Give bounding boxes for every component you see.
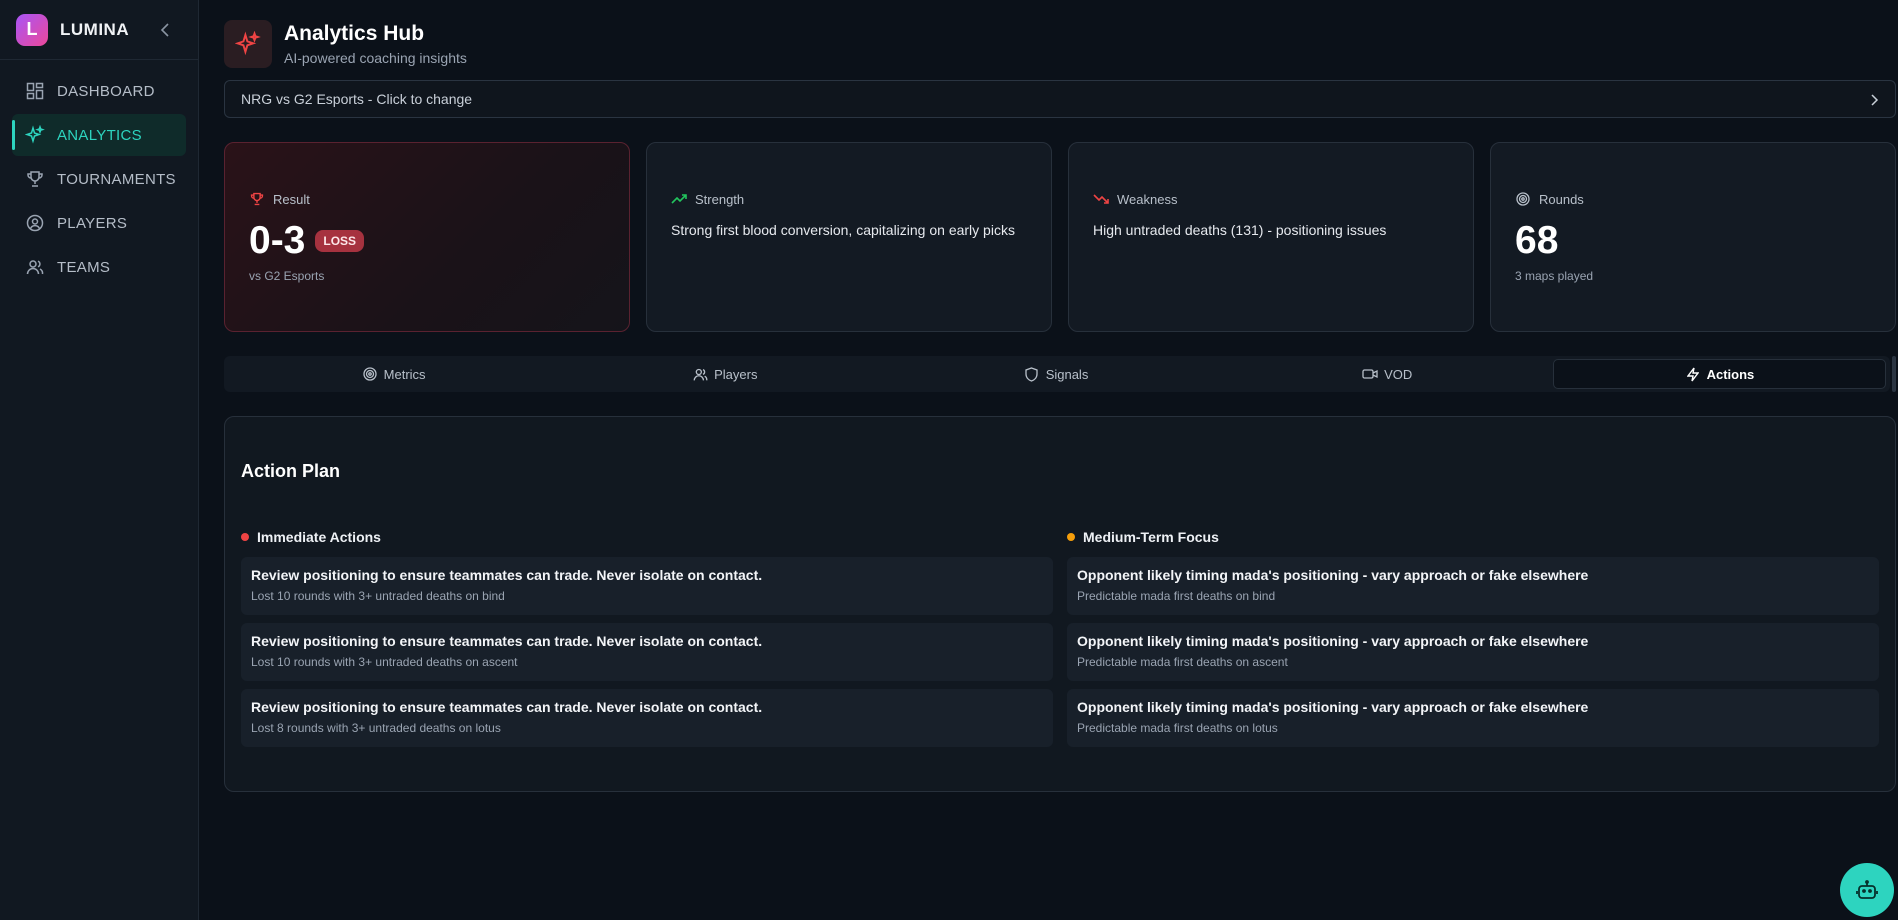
immediate-actions-heading: Immediate Actions [257, 529, 381, 545]
analytics-tabs: Metrics Players Signals VOD Actions [224, 356, 1896, 392]
video-icon [1362, 366, 1378, 382]
trending-down-icon [1093, 191, 1109, 207]
item-subtitle: Predictable mada first deaths on bind [1077, 589, 1276, 603]
item-subtitle: Lost 8 rounds with 3+ untraded deaths on… [251, 721, 501, 735]
collapse-sidebar-button[interactable] [158, 22, 172, 37]
item-subtitle: Predictable mada first deaths on ascent [1077, 655, 1288, 669]
users-icon [692, 366, 708, 382]
match-selector[interactable]: NRG vs G2 Esports - Click to change [224, 80, 1896, 118]
item-title: Review positioning to ensure teammates c… [251, 699, 763, 715]
list-item: Opponent likely timing mada's positionin… [1067, 557, 1879, 615]
result-card: Result 0-3 LOSS vs G2 Esports [224, 142, 630, 332]
list-item: Review positioning to ensure teammates c… [241, 689, 1053, 747]
tab-signals[interactable]: Signals [890, 359, 1221, 389]
item-title: Opponent likely timing mada's positionin… [1077, 699, 1589, 715]
bot-icon [1856, 880, 1878, 899]
sidebar: L LUMINA DASHBOARD ANALYTICS TOURNAMENTS [0, 0, 199, 920]
strength-card: Strength Strong first blood conversion, … [646, 142, 1052, 332]
loss-badge: LOSS [315, 230, 365, 252]
sparkles-icon [25, 125, 45, 145]
target-icon [1515, 191, 1531, 207]
sidebar-item-label: TOURNAMENTS [57, 170, 176, 188]
sidebar-item-players[interactable]: PLAYERS [12, 202, 186, 244]
strength-text: Strong first blood conversion, capitaliz… [671, 222, 1015, 238]
tab-label: Metrics [383, 366, 426, 382]
item-title: Review positioning to ensure teammates c… [251, 633, 763, 649]
rounds-value: 68 [1515, 219, 1559, 262]
maps-played: 3 maps played [1515, 269, 1594, 283]
chevron-right-icon [1871, 93, 1879, 109]
trophy-icon [249, 191, 265, 207]
trending-up-icon [671, 191, 687, 207]
sidebar-item-label: DASHBOARD [57, 82, 155, 100]
rounds-card: Rounds 68 3 maps played [1490, 142, 1896, 332]
list-item: Review positioning to ensure teammates c… [241, 557, 1053, 615]
rounds-label: Rounds [1539, 191, 1584, 207]
tabs-scrollbar[interactable] [1892, 356, 1896, 392]
weakness-text: High untraded deaths (131) - positioning… [1093, 222, 1387, 238]
item-subtitle: Predictable mada first deaths on lotus [1077, 721, 1278, 735]
tab-actions[interactable]: Actions [1552, 359, 1887, 389]
list-item: Review positioning to ensure teammates c… [241, 623, 1053, 681]
page-header: Analytics Hub AI-powered coaching insigh… [224, 20, 467, 68]
result-score: 0-3 [249, 219, 306, 262]
sidebar-item-label: TEAMS [57, 258, 111, 276]
weakness-card: Weakness High untraded deaths (131) - po… [1068, 142, 1474, 332]
strength-label: Strength [695, 191, 745, 207]
main-content: Analytics Hub AI-powered coaching insigh… [224, 0, 1898, 920]
list-item: Opponent likely timing mada's positionin… [1067, 623, 1879, 681]
result-label: Result [273, 191, 310, 207]
immediate-actions-column: Immediate Actions Review positioning to … [241, 529, 1053, 755]
tab-vod[interactable]: VOD [1222, 359, 1553, 389]
sidebar-item-label: ANALYTICS [57, 126, 142, 144]
match-selector-label: NRG vs G2 Esports - Click to change [241, 91, 473, 107]
medium-term-focus-column: Medium-Term Focus Opponent likely timing… [1067, 529, 1879, 755]
tab-label: Players [714, 366, 758, 382]
sidebar-item-dashboard[interactable]: DASHBOARD [12, 70, 186, 112]
sidebar-item-tournaments[interactable]: TOURNAMENTS [12, 158, 186, 200]
weakness-label: Weakness [1117, 191, 1178, 207]
item-title: Opponent likely timing mada's positionin… [1077, 633, 1589, 649]
zap-icon [1685, 366, 1701, 382]
user-circle-icon [25, 213, 45, 233]
page-subtitle: AI-powered coaching insights [284, 50, 467, 66]
amber-dot-icon [1067, 533, 1075, 541]
page-title: Analytics Hub [284, 22, 425, 45]
users-icon [25, 257, 45, 277]
shield-icon [1024, 366, 1040, 382]
item-subtitle: Lost 10 rounds with 3+ untraded deaths o… [251, 655, 518, 669]
red-dot-icon [241, 533, 249, 541]
sidebar-item-analytics[interactable]: ANALYTICS [12, 114, 186, 156]
target-icon [362, 366, 378, 382]
item-subtitle: Lost 10 rounds with 3+ untraded deaths o… [251, 589, 505, 603]
tab-metrics[interactable]: Metrics [228, 359, 559, 389]
analytics-hub-icon [224, 20, 272, 68]
sidebar-nav: DASHBOARD ANALYTICS TOURNAMENTS PLAYERS … [0, 60, 198, 288]
item-title: Opponent likely timing mada's positionin… [1077, 567, 1589, 583]
medium-term-heading: Medium-Term Focus [1083, 529, 1219, 545]
ai-assistant-button[interactable] [1840, 863, 1894, 917]
grid-icon [25, 81, 45, 101]
sidebar-item-teams[interactable]: TEAMS [12, 246, 186, 288]
list-item: Opponent likely timing mada's positionin… [1067, 689, 1879, 747]
tab-players[interactable]: Players [559, 359, 890, 389]
trophy-icon [25, 169, 45, 189]
sidebar-item-label: PLAYERS [57, 214, 128, 232]
brand: L LUMINA [0, 0, 198, 60]
action-plan-title: Action Plan [241, 461, 341, 481]
tab-label: Actions [1706, 366, 1755, 382]
tab-label: VOD [1384, 366, 1413, 382]
app-logo[interactable]: L [16, 13, 48, 46]
chevron-left-icon [160, 22, 169, 37]
summary-cards: Result 0-3 LOSS vs G2 Esports Strength S… [224, 142, 1896, 332]
result-opponent: vs G2 Esports [249, 269, 325, 283]
item-title: Review positioning to ensure teammates c… [251, 567, 763, 583]
app-name: LUMINA [60, 19, 130, 39]
action-plan-panel: Action Plan Immediate Actions Review pos… [224, 416, 1896, 792]
tab-label: Signals [1045, 366, 1089, 382]
